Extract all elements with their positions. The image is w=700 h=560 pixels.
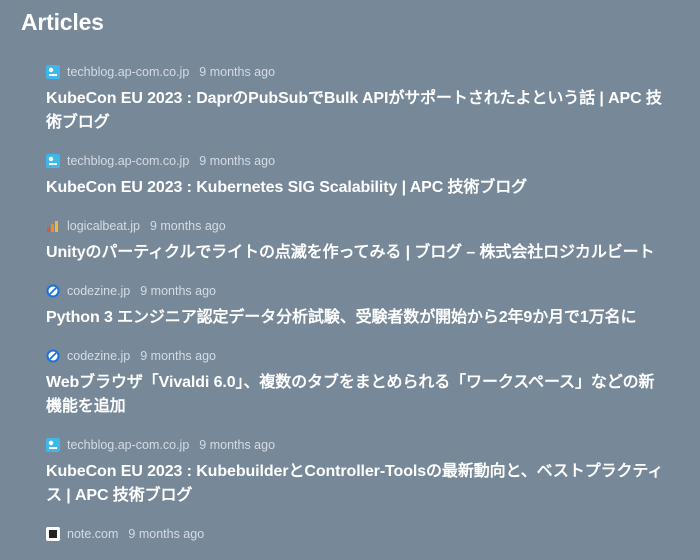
note-favicon-icon	[46, 527, 60, 541]
article-title-link[interactable]: Python 3 エンジニア認定データ分析試験、受験者数が開始から2年9か月で1…	[46, 306, 666, 330]
article-item: logicalbeat.jp 9 months ago Unityのパーティクル…	[46, 218, 666, 265]
apc-favicon-icon	[46, 154, 60, 168]
article-title-link[interactable]: KubeCon EU 2023 : Kubernetes SIG Scalabi…	[46, 176, 666, 200]
page-title: Articles	[21, 9, 104, 35]
article-domain[interactable]: techblog.ap-com.co.jp	[67, 438, 189, 452]
article-meta: codezine.jp 9 months ago	[46, 283, 666, 299]
article-title-link[interactable]: KubeCon EU 2023 : DaprのPubSubでBulk APIがサ…	[46, 87, 666, 135]
article-age: 9 months ago	[140, 284, 216, 298]
article-age: 9 months ago	[199, 438, 276, 452]
article-meta: note.com 9 months ago	[46, 526, 666, 542]
article-domain[interactable]: note.com	[67, 527, 118, 541]
codezine-favicon-icon	[46, 349, 60, 363]
article-item: techblog.ap-com.co.jp 9 months ago KubeC…	[46, 153, 666, 200]
article-item: techblog.ap-com.co.jp 9 months ago KubeC…	[46, 437, 666, 508]
apc-favicon-icon	[46, 65, 60, 79]
article-meta: techblog.ap-com.co.jp 9 months ago	[46, 153, 666, 169]
article-domain[interactable]: codezine.jp	[67, 284, 130, 298]
apc-favicon-icon	[46, 438, 60, 452]
article-meta: techblog.ap-com.co.jp 9 months ago	[46, 437, 666, 453]
article-item: codezine.jp 9 months ago Webブラウザ「Vivaldi…	[46, 348, 666, 419]
article-meta: codezine.jp 9 months ago	[46, 348, 666, 364]
article-title-link[interactable]: Unityのパーティクルでライトの点滅を作ってみる | ブログ – 株式会社ロジ…	[46, 241, 666, 265]
article-age: 9 months ago	[199, 154, 276, 168]
article-title-link[interactable]: Webブラウザ「Vivaldi 6.0」、複数のタブをまとめられる「ワークスペー…	[46, 371, 666, 419]
article-meta: techblog.ap-com.co.jp 9 months ago	[46, 64, 666, 80]
article-item: note.com 9 months ago	[46, 526, 666, 542]
codezine-favicon-icon	[46, 284, 60, 298]
article-age: 9 months ago	[199, 65, 276, 79]
article-list: techblog.ap-com.co.jp 9 months ago KubeC…	[46, 64, 666, 560]
logicalbeat-favicon-icon	[46, 219, 60, 233]
article-title-link[interactable]: KubeCon EU 2023 : KubebuilderとController…	[46, 460, 666, 508]
article-item: techblog.ap-com.co.jp 9 months ago KubeC…	[46, 64, 666, 135]
article-domain[interactable]: logicalbeat.jp	[67, 219, 140, 233]
article-meta: logicalbeat.jp 9 months ago	[46, 218, 666, 234]
article-age: 9 months ago	[149, 219, 226, 233]
article-age: 9 months ago	[128, 527, 205, 541]
article-item: codezine.jp 9 months ago Python 3 エンジニア認…	[46, 283, 666, 330]
article-domain[interactable]: techblog.ap-com.co.jp	[67, 154, 189, 168]
article-domain[interactable]: codezine.jp	[67, 349, 130, 363]
article-age: 9 months ago	[140, 349, 216, 363]
article-domain[interactable]: techblog.ap-com.co.jp	[67, 65, 189, 79]
